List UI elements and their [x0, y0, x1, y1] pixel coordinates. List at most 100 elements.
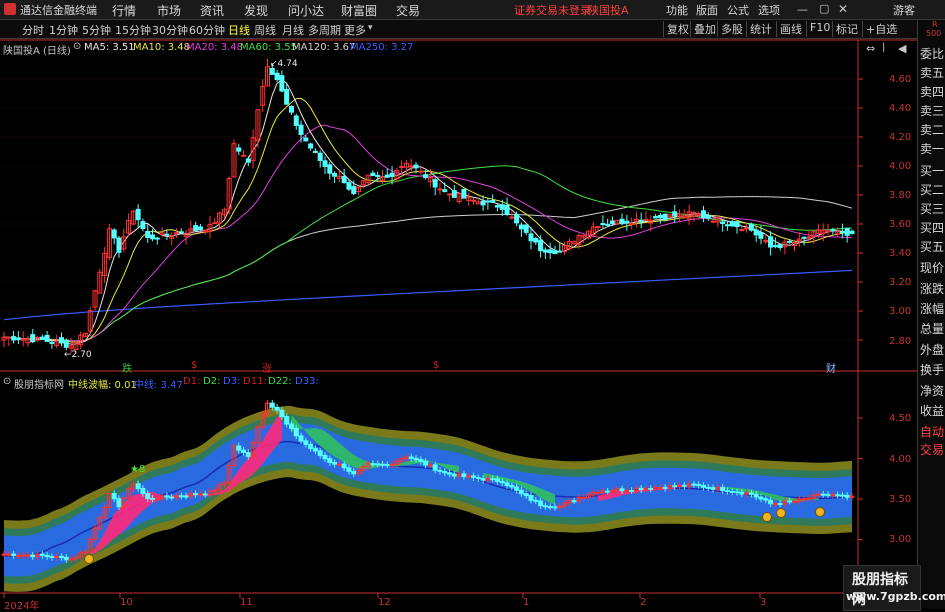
date-tick: 3 — [760, 597, 767, 608]
candle-body — [504, 204, 510, 215]
sidebar-item[interactable]: 买四 — [920, 219, 944, 236]
sidebar-item[interactable]: 卖四 — [920, 83, 944, 100]
sub-candle-body — [150, 497, 156, 500]
sub-candle-body — [169, 496, 175, 499]
price-tick: 3.60 — [889, 219, 912, 230]
sub-candle-body — [753, 493, 759, 498]
candle-body — [720, 221, 726, 225]
candle-body — [116, 237, 122, 253]
sidebar-item[interactable]: 外盘 — [920, 341, 944, 358]
sidebar-item[interactable]: 换手 — [920, 361, 944, 378]
sub-candle-body — [792, 500, 798, 503]
candle-body — [30, 334, 36, 343]
sidebar-item[interactable]: 买三 — [920, 200, 944, 217]
sidebar-item[interactable]: 卖一 — [920, 140, 944, 157]
sidebar-item[interactable]: 涨幅 — [920, 300, 944, 317]
candle-body — [389, 172, 395, 177]
candle-body — [164, 233, 170, 236]
sidebar-item[interactable]: 买一 — [920, 162, 944, 179]
candle-body — [6, 336, 12, 339]
sub-chart-chevron-icon[interactable]: ⊙ — [3, 376, 11, 387]
price-tick: 3.20 — [889, 277, 912, 288]
sub-candle-body — [571, 500, 577, 503]
sub-candle-body — [710, 487, 716, 490]
chart-canvas — [0, 39, 918, 598]
sidebar-item[interactable]: 卖五 — [920, 64, 944, 81]
sub-candle-body — [629, 489, 635, 492]
sub-candle-body — [140, 487, 146, 494]
event-marker-zhang[interactable]: 涨 — [262, 360, 272, 375]
candle-body — [705, 214, 711, 219]
candle-body — [375, 175, 381, 178]
candle-body — [700, 210, 706, 219]
candle-body — [399, 165, 405, 168]
sub-candle-body — [58, 555, 64, 558]
candle-body — [523, 224, 529, 233]
sidebar-item[interactable]: 涨跌 — [920, 280, 944, 297]
sub-candle-body — [547, 506, 553, 509]
sub-candle-body — [164, 495, 170, 498]
sidebar-item[interactable]: 净资 — [920, 382, 944, 399]
sub-candle-body — [609, 490, 615, 493]
sub-candle-body — [178, 495, 184, 498]
sidebar-item[interactable]: 买五 — [920, 238, 944, 255]
sub-candle-body — [116, 498, 122, 508]
chart-expand-icon[interactable]: ◀ — [898, 42, 906, 55]
settings-chevron-icon[interactable]: ⊙ — [73, 41, 81, 52]
candle-body — [557, 250, 563, 253]
sub-candle-body — [379, 463, 385, 466]
sub-candle-body — [739, 491, 745, 495]
sub-candle-body — [312, 447, 318, 452]
candle-body — [58, 337, 64, 344]
sub-candle-body — [427, 464, 433, 467]
sub-candle-body — [154, 498, 160, 501]
sub-candle-body — [44, 554, 50, 558]
sidebar-item[interactable]: 委比 — [920, 45, 944, 62]
ma10-label: MA10: 3.48 — [133, 42, 191, 53]
candle-body — [312, 150, 318, 153]
candle-body — [447, 193, 453, 196]
sub-candle-body — [447, 472, 453, 475]
sub-candle-body — [202, 493, 208, 496]
sidebar-item[interactable]: 现价 — [920, 259, 944, 276]
sidebar-item[interactable]: 卖二 — [920, 121, 944, 138]
sub-candle-body — [375, 463, 381, 466]
sidebar-item[interactable]: 交易 — [920, 441, 944, 458]
price-tick: 4.40 — [889, 103, 912, 114]
signal-coin-icon — [84, 554, 94, 564]
sub-chart-title: 股朋指标网 — [14, 380, 64, 391]
sub-candle-body — [705, 486, 711, 489]
sub-candle-body — [336, 463, 342, 466]
sub-candle-body — [303, 440, 309, 445]
sidebar-item[interactable]: 买二 — [920, 181, 944, 198]
chart-sep-icon: | — [882, 42, 886, 53]
sub-candle-body — [413, 457, 419, 461]
event-marker-die[interactable]: 跌 — [122, 360, 132, 375]
sidebar-item[interactable]: 收益 — [920, 402, 944, 419]
candle-body — [490, 200, 496, 203]
sub-candle-body — [638, 487, 644, 491]
candle-body — [39, 336, 45, 340]
sidebar-item[interactable]: 自动 — [920, 423, 944, 440]
candle-body — [193, 225, 199, 231]
candle-body — [638, 219, 644, 223]
sub-candle-body — [11, 553, 17, 557]
candle-body — [777, 243, 783, 248]
sub-price-tick: 4.50 — [889, 413, 912, 424]
event-marker-cai[interactable]: 财 — [826, 360, 836, 375]
sidebar-item[interactable]: 总量 — [920, 320, 944, 337]
sidebar-item[interactable]: 卖三 — [920, 102, 944, 119]
sub-candle-body — [284, 416, 290, 425]
sub-candle-body — [624, 489, 630, 492]
chart-toggle-icon[interactable]: ⇔ — [866, 42, 875, 55]
price-tick: 4.20 — [889, 132, 912, 143]
sub-candle-body — [25, 554, 31, 557]
event-marker-dollar[interactable]: $ — [191, 360, 197, 371]
star-signal: ★8 — [130, 464, 146, 475]
sub-candle-body — [39, 553, 45, 556]
sub-candle-body — [308, 443, 314, 449]
candle-body — [423, 174, 429, 179]
indicator-d22: D22: — [268, 376, 292, 387]
candle-body — [308, 143, 314, 149]
event-marker-dollar[interactable]: $ — [433, 360, 439, 371]
